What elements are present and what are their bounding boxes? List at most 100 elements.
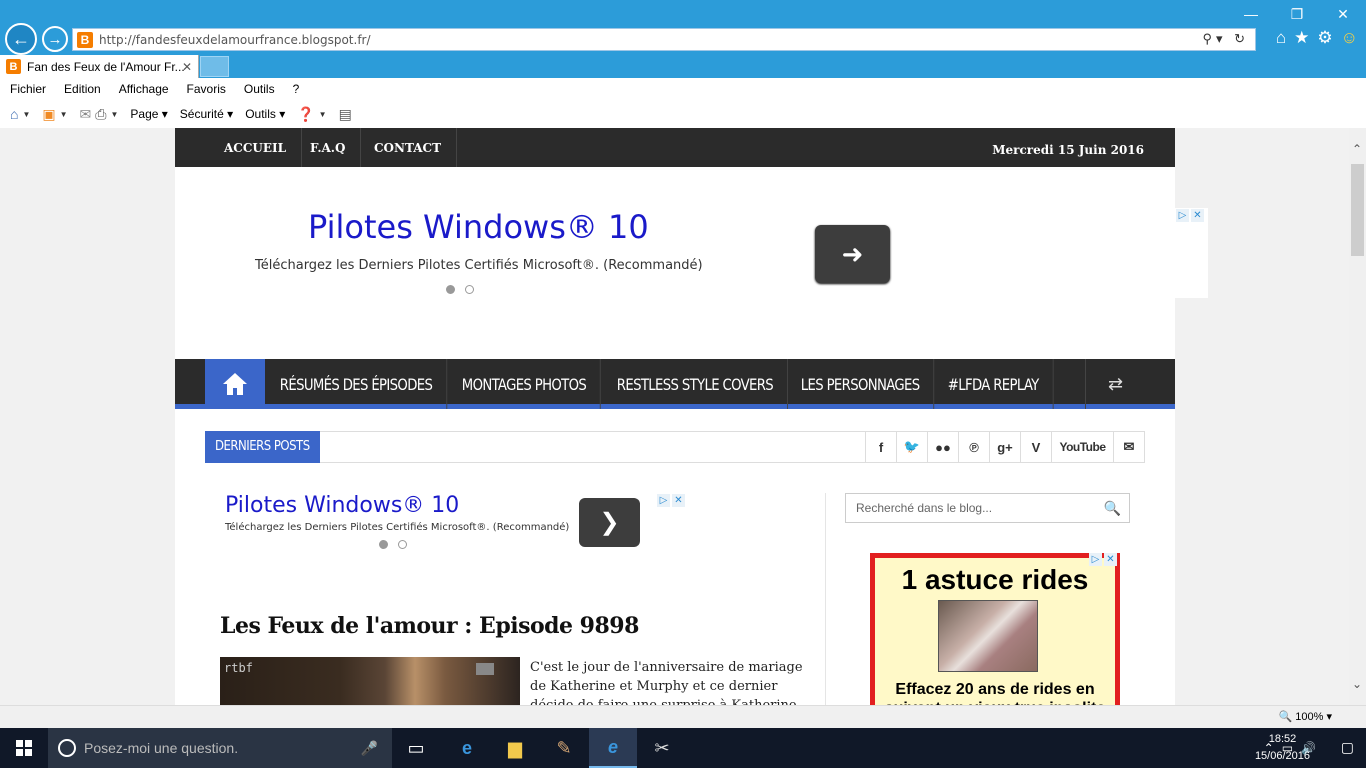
- browser-tab-active[interactable]: B Fan des Feux de l'Amour Fr... ✕: [0, 55, 199, 78]
- nav-les-personnages[interactable]: LES PERSONNAGES: [787, 359, 935, 409]
- gear-icon[interactable]: ⚙: [1317, 28, 1332, 48]
- adchoices-icon[interactable]: ▷: [1176, 209, 1189, 222]
- menu-help[interactable]: ?: [293, 82, 300, 96]
- sidebar-ad-text[interactable]: Effacez 20 ans de rides en suivant un vi…: [875, 680, 1115, 705]
- address-bar-tools-icon[interactable]: ⚲▾ ↻: [1202, 31, 1249, 47]
- zoom-level[interactable]: 🔍 100% ▾: [1279, 710, 1332, 723]
- paint-app-icon[interactable]: ✎: [540, 728, 588, 768]
- google-plus-icon[interactable]: g+: [989, 432, 1020, 462]
- adchoices-icon[interactable]: ▷: [657, 494, 670, 507]
- browser-titlebar: ← → B http://fandesfeuxdelamourfrance.bl…: [0, 0, 1366, 78]
- topnav-contact[interactable]: CONTACT: [359, 128, 458, 167]
- ad-banner-title[interactable]: Pilotes Windows® 10: [308, 208, 649, 246]
- start-button[interactable]: [0, 728, 48, 768]
- email-icon[interactable]: ✉: [1113, 432, 1144, 462]
- help-icon[interactable]: ❓: [297, 106, 314, 123]
- mail-icon[interactable]: ✉: [80, 106, 92, 123]
- nav-resumes-episodes[interactable]: RÉSUMÉS DES ÉPISODES: [266, 359, 447, 409]
- social-links: f 🐦 ●● ℗ g+ V YouTube ✉: [865, 432, 1144, 462]
- microphone-icon[interactable]: 🎤: [361, 740, 378, 757]
- blog-search-input[interactable]: [846, 494, 1096, 522]
- youtube-icon[interactable]: YouTube: [1051, 432, 1113, 462]
- task-view-icon[interactable]: ▭: [392, 728, 440, 768]
- ad-inline-arrow-button[interactable]: ❯: [579, 498, 640, 547]
- internet-explorer-icon[interactable]: e: [589, 728, 637, 768]
- carousel-dot-active[interactable]: [446, 285, 455, 294]
- home-icon[interactable]: ⌂: [10, 106, 18, 122]
- smiley-feedback-icon[interactable]: ☺: [1341, 28, 1358, 48]
- menu-affichage[interactable]: Affichage: [119, 82, 169, 96]
- article-thumbnail[interactable]: rtbf: [220, 657, 520, 705]
- scrollbar-thumb[interactable]: [1351, 164, 1364, 256]
- carousel-dot[interactable]: [465, 285, 474, 294]
- ad-banner-subtitle[interactable]: Téléchargez les Derniers Pilotes Certifi…: [255, 258, 703, 273]
- print-icon[interactable]: ⎙: [95, 106, 106, 123]
- favorites-star-icon[interactable]: ★: [1294, 28, 1309, 48]
- facebook-icon[interactable]: f: [865, 432, 896, 462]
- taskbar-clock[interactable]: 18:52 15/06/2016: [1255, 731, 1310, 765]
- topnav-faq[interactable]: F.A.Q: [295, 128, 362, 167]
- ad-close-icon[interactable]: ✕: [1191, 209, 1204, 222]
- menu-fichier[interactable]: Fichier: [10, 82, 46, 96]
- tools-menu-button[interactable]: Outils ▾: [245, 107, 285, 121]
- rss-feed-icon[interactable]: ▣: [42, 106, 55, 123]
- menu-outils[interactable]: Outils: [244, 82, 275, 96]
- forward-button[interactable]: →: [42, 26, 68, 52]
- chevron-down-icon[interactable]: ▼: [60, 110, 68, 119]
- adchoices-badge[interactable]: ▷ ✕: [1176, 209, 1204, 222]
- close-icon[interactable]: ✕: [1320, 0, 1366, 28]
- ad-inline-title[interactable]: Pilotes Windows® 10: [225, 493, 459, 518]
- ad-banner-arrow-button[interactable]: ➜: [815, 225, 890, 283]
- sidebar-ad-title[interactable]: 1 astuce rides: [875, 564, 1115, 596]
- file-explorer-icon[interactable]: ▆: [491, 728, 539, 768]
- sidebar-ad[interactable]: 1 astuce rides Effacez 20 ans de rides e…: [870, 553, 1120, 705]
- new-tab-button[interactable]: [200, 56, 229, 77]
- nav-restless-style-covers[interactable]: RESTLESS STYLE COVERS: [603, 359, 788, 409]
- scroll-down-icon[interactable]: ⌄: [1352, 677, 1362, 691]
- home-icon[interactable]: ⌂: [1276, 28, 1286, 48]
- search-icon[interactable]: 🔍: [1104, 500, 1121, 517]
- flickr-icon[interactable]: ●●: [927, 432, 958, 462]
- nav-home-button[interactable]: [205, 359, 265, 409]
- sidebar-ad-image[interactable]: [938, 600, 1038, 672]
- cortana-search[interactable]: Posez-moi une question. 🎤: [48, 728, 392, 768]
- security-menu-button[interactable]: Sécurité ▾: [180, 107, 233, 121]
- chevron-down-icon[interactable]: ▼: [319, 110, 327, 119]
- scroll-up-icon[interactable]: ⌃: [1352, 142, 1362, 156]
- adchoices-badge[interactable]: ▷ ✕: [657, 494, 685, 507]
- tab-close-icon[interactable]: ✕: [182, 60, 192, 74]
- vertical-scrollbar[interactable]: ⌃ ⌄: [1349, 128, 1366, 705]
- main-navigation: RÉSUMÉS DES ÉPISODES MONTAGES PHOTOS RES…: [175, 359, 1175, 409]
- clock-date: 15/06/2016: [1254, 750, 1310, 762]
- ad-close-icon[interactable]: ✕: [1104, 553, 1117, 566]
- shuffle-icon[interactable]: ⇄: [1085, 359, 1145, 409]
- edge-browser-icon[interactable]: e: [443, 728, 491, 768]
- carousel-dot[interactable]: [398, 540, 407, 549]
- adchoices-badge[interactable]: ▷ ✕: [1089, 553, 1117, 566]
- ad-inline-subtitle[interactable]: Téléchargez les Derniers Pilotes Certifi…: [225, 522, 569, 533]
- article-title[interactable]: Les Feux de l'amour : Episode 9898: [220, 613, 639, 639]
- minimize-icon[interactable]: —: [1228, 0, 1274, 28]
- restore-icon[interactable]: ❐: [1274, 0, 1320, 28]
- ad-close-icon[interactable]: ✕: [672, 494, 685, 507]
- latest-posts-bar: DERNIERS POSTS f 🐦 ●● ℗ g+ V YouTube ✉: [205, 431, 1145, 463]
- twitter-icon[interactable]: 🐦: [896, 432, 927, 462]
- snipping-tool-icon[interactable]: ✂: [638, 728, 686, 768]
- back-button[interactable]: ←: [5, 23, 37, 55]
- menu-edition[interactable]: Edition: [64, 82, 101, 96]
- url-text[interactable]: http://fandesfeuxdelamourfrance.blogspot…: [99, 33, 371, 47]
- menu-favoris[interactable]: Favoris: [187, 82, 226, 96]
- adchoices-icon[interactable]: ▷: [1089, 553, 1102, 566]
- topnav-accueil[interactable]: ACCUEIL: [209, 128, 303, 167]
- nav-montages-photos[interactable]: MONTAGES PHOTOS: [448, 359, 601, 409]
- vimeo-icon[interactable]: V: [1020, 432, 1051, 462]
- chevron-down-icon[interactable]: ▼: [22, 110, 30, 119]
- action-center-icon[interactable]: ▢: [1341, 739, 1354, 756]
- page-menu-button[interactable]: Page ▾: [130, 107, 167, 121]
- research-icon[interactable]: ▤: [339, 106, 352, 123]
- address-bar[interactable]: B http://fandesfeuxdelamourfrance.blogsp…: [72, 28, 1256, 51]
- carousel-dot-active[interactable]: [379, 540, 388, 549]
- nav-lfda-replay[interactable]: #LFDA REPLAY: [934, 359, 1054, 409]
- pinterest-icon[interactable]: ℗: [958, 432, 989, 462]
- chevron-down-icon[interactable]: ▼: [110, 110, 118, 119]
